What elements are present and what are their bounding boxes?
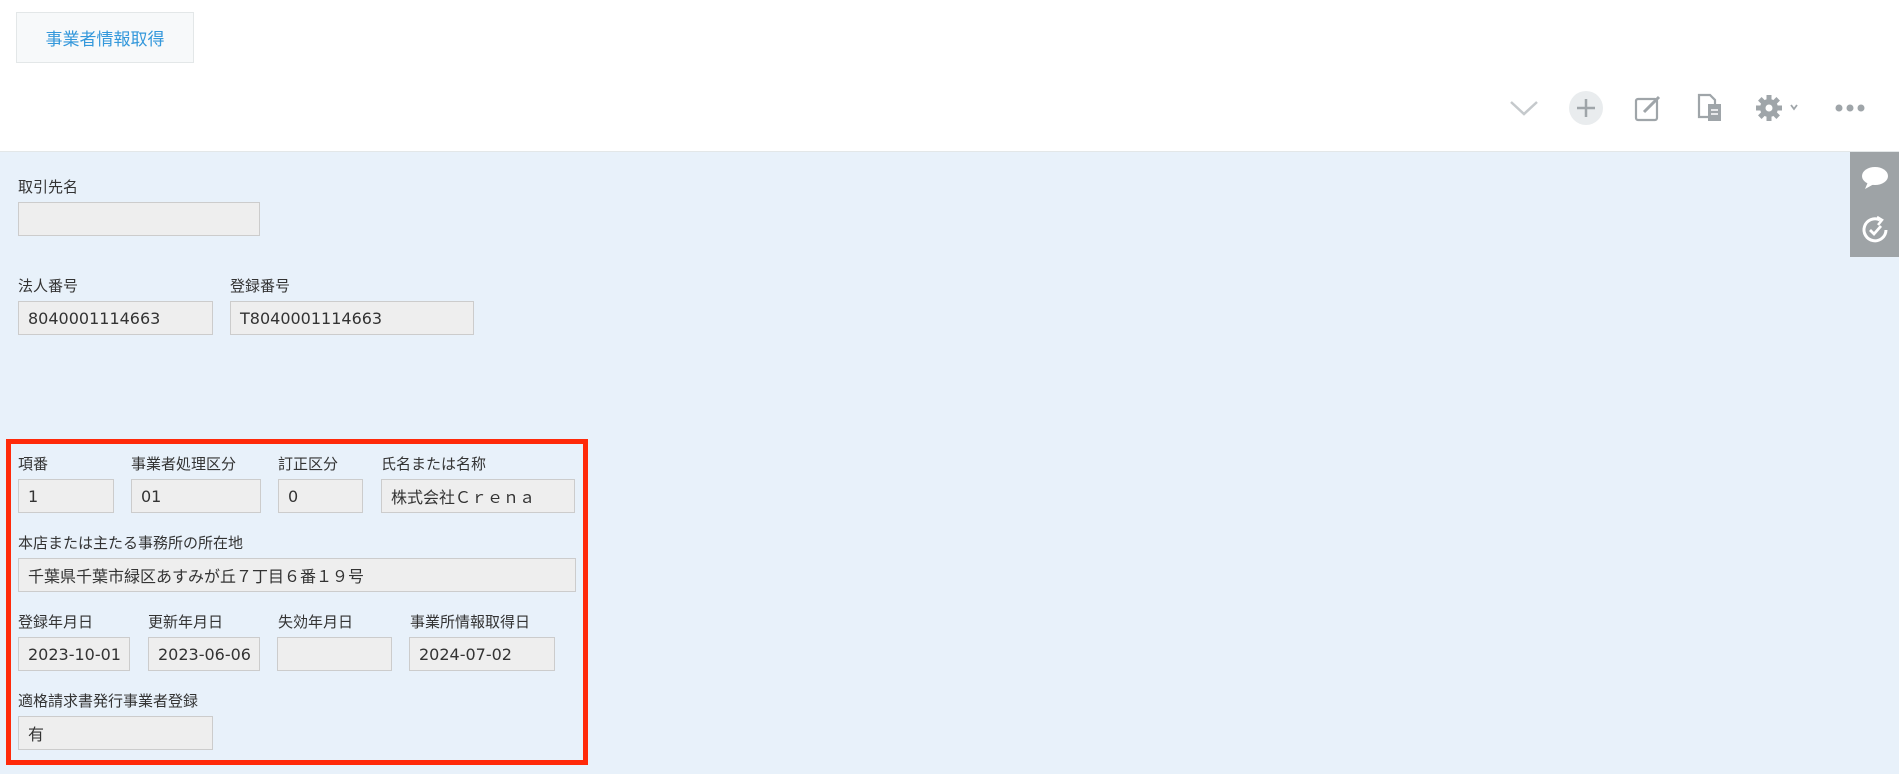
shikkou-date-label: 失効年月日 — [278, 613, 354, 631]
shimei-field[interactable]: 株式会社Ｃｒｅｎａ — [381, 479, 575, 513]
shimei-label: 氏名または名称 — [381, 455, 487, 473]
touroku-bangou-label: 登録番号 — [230, 277, 291, 295]
shori-kubun-label: 事業者処理区分 — [131, 455, 237, 473]
settings-menu-button[interactable] — [1752, 88, 1804, 128]
history-button[interactable] — [1850, 204, 1899, 256]
history-icon — [1862, 215, 1887, 243]
houjin-bangou-field[interactable]: 8040001114663 — [18, 301, 213, 335]
chevron-down-icon[interactable] — [1504, 88, 1544, 128]
shutoku-date-label: 事業所情報取得日 — [410, 613, 531, 631]
touroku-bangou-field[interactable]: T8040001114663 — [230, 301, 474, 335]
teisei-kubun-field[interactable]: 0 — [278, 479, 363, 513]
plus-icon — [1569, 91, 1603, 125]
shori-kubun-field[interactable]: 01 — [131, 479, 261, 513]
duplicate-record-button[interactable] — [1690, 88, 1730, 128]
edit-record-button[interactable] — [1628, 88, 1668, 128]
torihikisaki-field[interactable] — [18, 202, 260, 236]
more-options-button[interactable] — [1830, 88, 1870, 128]
shikkou-date-field[interactable] — [277, 637, 392, 671]
more-icon — [1835, 104, 1865, 112]
touroku-date-label: 登録年月日 — [18, 613, 94, 631]
comment-icon — [1861, 167, 1888, 189]
edit-icon — [1634, 95, 1661, 122]
tekikaku-field[interactable]: 有 — [18, 716, 213, 750]
shozaichi-field[interactable]: 千葉県千葉市緑区あすみが丘７丁目６番１９号 — [18, 558, 576, 592]
koushin-date-field[interactable]: 2023-06-06 — [148, 637, 260, 671]
shutoku-date-field[interactable]: 2024-07-02 — [409, 637, 555, 671]
houjin-bangou-label: 法人番号 — [18, 277, 79, 295]
touroku-date-field[interactable]: 2023-10-01 — [18, 637, 130, 671]
kouban-label: 項番 — [18, 455, 49, 473]
fetch-business-info-button[interactable]: 事業者情報取得 — [16, 12, 194, 63]
duplicate-icon — [1697, 93, 1721, 121]
comments-button[interactable] — [1850, 152, 1899, 204]
koushin-date-label: 更新年月日 — [148, 613, 224, 631]
record-header: 事業者情報取得 — [0, 0, 1899, 152]
add-record-button[interactable] — [1566, 88, 1606, 128]
tekikaku-label: 適格請求書発行事業者登録 — [18, 692, 199, 710]
torihikisaki-label: 取引先名 — [18, 178, 79, 196]
kouban-field[interactable]: 1 — [18, 479, 114, 513]
side-panel-rail — [1850, 152, 1899, 257]
gear-icon — [1756, 95, 1798, 121]
teisei-kubun-label: 訂正区分 — [278, 455, 339, 473]
shozaichi-label: 本店または主たる事務所の所在地 — [18, 534, 244, 552]
